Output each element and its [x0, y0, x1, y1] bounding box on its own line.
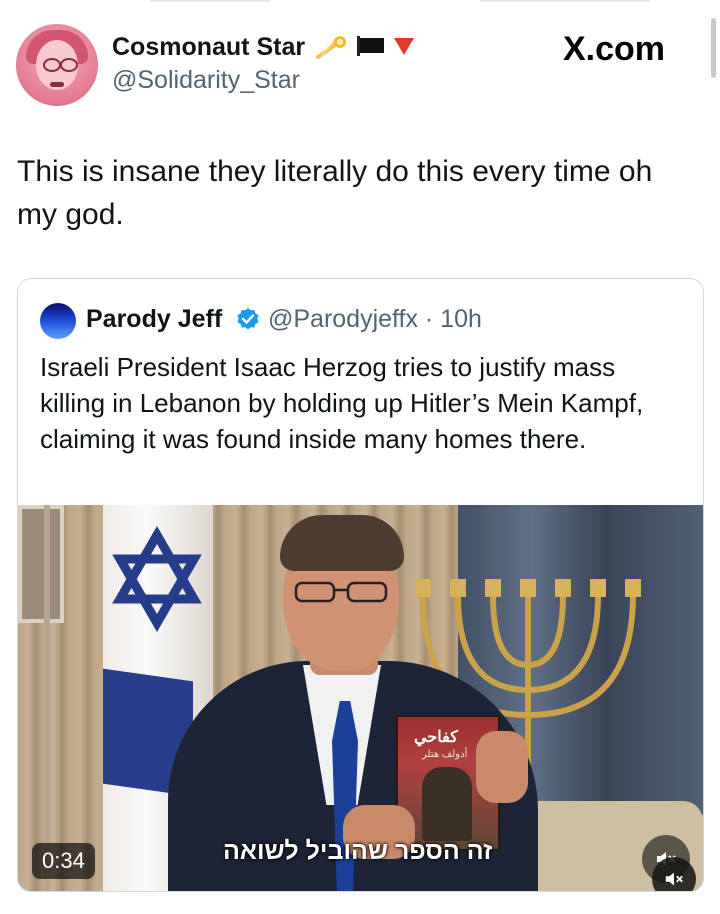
quoted-avatar[interactable] — [40, 303, 76, 339]
book-cover-figure — [422, 767, 472, 841]
person-hand-right — [476, 731, 528, 803]
scrollbar[interactable] — [711, 18, 716, 78]
flag-pole — [44, 505, 50, 891]
wall-frame — [18, 505, 64, 623]
quoted-display-name[interactable]: Parody Jeff — [86, 305, 222, 334]
author-display-name[interactable]: Cosmonaut Star — [112, 33, 305, 62]
comet-icon — [316, 36, 346, 59]
top-divider — [0, 0, 720, 4]
author-handle[interactable]: @Solidarity_Star — [112, 66, 300, 95]
speaker-muted-icon — [665, 872, 683, 886]
video-player[interactable]: كفاحي أدولف هتلر זה הספר שהוביל לשואה 0:… — [18, 505, 703, 891]
name-emoji-group — [316, 33, 416, 59]
quoted-text: Israeli President Isaac Herzog tries to … — [40, 352, 644, 454]
quoted-handle-time[interactable]: @Parodyjeffx · 10h — [268, 305, 482, 334]
red-triangle-icon — [394, 38, 414, 55]
glasses-icon — [294, 581, 388, 603]
author-avatar[interactable] — [16, 24, 98, 106]
video-duration: 0:34 — [32, 843, 95, 879]
person-hair — [280, 515, 404, 571]
star-of-david-icon — [112, 526, 202, 632]
book-title: كفاحي — [414, 729, 458, 746]
book-author: أدولف هتلر — [422, 749, 468, 760]
brand-logo-text: X.com — [563, 30, 666, 68]
black-flag-icon — [357, 36, 384, 56]
quoted-tweet-card[interactable]: Parody Jeff @Parodyjeffx · 10h Israeli P… — [17, 278, 704, 892]
video-subtitle: זה הספר שהוביל לשואה — [223, 837, 493, 865]
verified-badge-icon — [237, 308, 259, 330]
tweet-text: This is insane they literally do this ev… — [17, 155, 653, 231]
